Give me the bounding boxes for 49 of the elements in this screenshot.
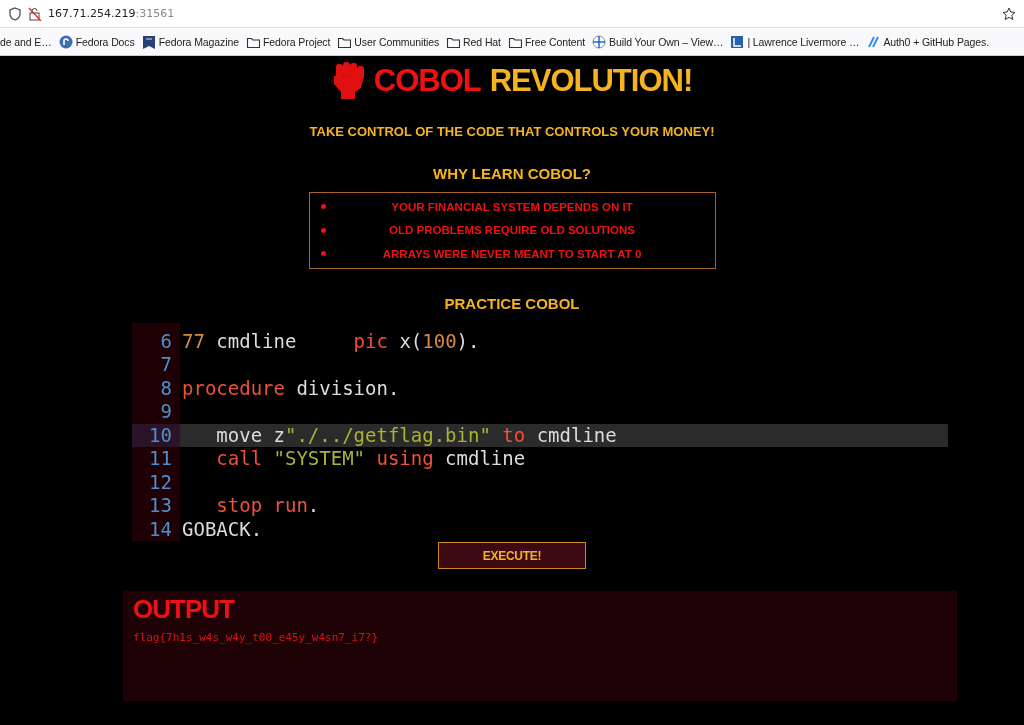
bookmark[interactable]: Fedora Magazine bbox=[141, 34, 239, 49]
bookmark[interactable]: Auth0 + GitHub Pages. bbox=[866, 34, 989, 49]
line-number: 12 bbox=[149, 470, 172, 493]
bookmark[interactable]: Fedora Project bbox=[245, 34, 331, 49]
star-icon bbox=[1002, 6, 1016, 21]
code-line: move z"./../getflag.bin" to cmdline bbox=[215, 423, 617, 447]
bookmark-ribbon-icon bbox=[141, 34, 156, 49]
bookmark[interactable]: Build Your Own – View… bbox=[592, 34, 724, 49]
code-editor[interactable]: 6 77 cmdline pic x(100). 7 8 procedure division. 9 10 move z"./../getflag.bin" to cmdline 11 call "SYSTEM" using cmdline 12 13 stop run. 14 GOBACK. bbox=[132, 322, 948, 541]
output-title: OUTPUT bbox=[133, 593, 234, 625]
output-text: flag{7h1s_w4s_w4y_t00_e45y_w4sn7_i7?} bbox=[133, 631, 379, 644]
tagline: TAKE CONTROL OF THE CODE THAT CONTROLS YOUR MONEY! bbox=[309, 124, 715, 139]
bullet-icon bbox=[320, 204, 326, 210]
line-number: 13 bbox=[149, 494, 172, 516]
code-line: call "SYSTEM" using cmdline bbox=[215, 447, 526, 471]
bullet-icon bbox=[320, 227, 326, 233]
bullet-icon bbox=[320, 251, 326, 257]
section-heading: PRACTICE COBOL bbox=[444, 294, 580, 312]
line-number: 9 bbox=[160, 400, 172, 422]
page-title: COBOL bbox=[373, 63, 481, 99]
circle-logo-icon bbox=[58, 34, 73, 49]
section-heading: WHY LEARN COBOL? bbox=[432, 165, 592, 182]
bookmark[interactable]: de and E… bbox=[0, 35, 52, 48]
line-number: 8 bbox=[160, 376, 172, 399]
shield-icon bbox=[8, 6, 22, 21]
page-title: REVOLUTION! bbox=[489, 63, 693, 99]
code-line: stop run. bbox=[215, 494, 320, 518]
code-line: GOBACK. bbox=[181, 517, 263, 541]
execute-button[interactable]: EXECUTE! bbox=[438, 542, 586, 569]
reason-text: YOUR FINANCIAL SYSTEM DEPENDS ON IT bbox=[391, 200, 633, 213]
bookmark[interactable]: Free Content bbox=[507, 34, 586, 49]
bookmark[interactable]: Red Hat bbox=[446, 34, 501, 49]
line-number: 7 bbox=[160, 353, 172, 375]
line-number: 14 bbox=[149, 517, 172, 540]
bookmark[interactable]: | Lawrence Livermore … bbox=[730, 34, 860, 49]
square-logo-icon bbox=[730, 34, 745, 49]
slash-logo-icon bbox=[866, 34, 881, 49]
line-number: 6 bbox=[160, 329, 172, 352]
insecure-lock-icon bbox=[28, 6, 42, 21]
bookmark[interactable]: User Communities bbox=[337, 34, 440, 49]
code-line: 77 cmdline pic x(100). bbox=[181, 329, 480, 353]
globe-icon bbox=[592, 34, 607, 49]
reason-text: OLD PROBLEMS REQUIRE OLD SOLUTIONS bbox=[389, 224, 635, 237]
bookmark[interactable]: Fedora Docs bbox=[58, 34, 135, 49]
line-number: 10 bbox=[149, 423, 172, 446]
code-line: procedure division. bbox=[181, 376, 400, 400]
raised-fist-icon bbox=[331, 62, 366, 100]
reason-text: ARRAYS WERE NEVER MEANT TO START AT 0 bbox=[382, 247, 642, 260]
line-number: 11 bbox=[149, 447, 172, 469]
